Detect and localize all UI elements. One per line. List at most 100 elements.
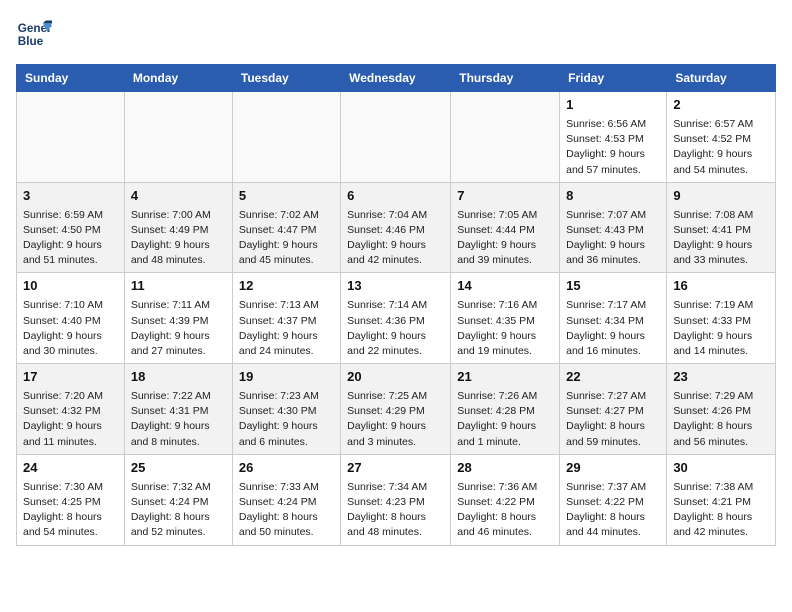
day-number: 7 xyxy=(457,187,553,206)
day-number: 15 xyxy=(566,277,660,296)
day-info: Sunrise: 7:25 AM Sunset: 4:29 PM Dayligh… xyxy=(347,389,444,450)
day-info: Sunrise: 7:36 AM Sunset: 4:22 PM Dayligh… xyxy=(457,480,553,541)
day-info: Sunrise: 7:02 AM Sunset: 4:47 PM Dayligh… xyxy=(239,208,334,269)
day-number: 26 xyxy=(239,459,334,478)
day-number: 19 xyxy=(239,368,334,387)
calendar-cell: 9 Sunrise: 7:08 AM Sunset: 4:41 PM Daylig… xyxy=(667,182,776,273)
day-info: Sunrise: 7:27 AM Sunset: 4:27 PM Dayligh… xyxy=(566,389,660,450)
day-number: 2 xyxy=(673,96,769,115)
day-info: Sunrise: 7:16 AM Sunset: 4:35 PM Dayligh… xyxy=(457,298,553,359)
day-number: 28 xyxy=(457,459,553,478)
day-info: Sunrise: 7:20 AM Sunset: 4:32 PM Dayligh… xyxy=(23,389,118,450)
day-number: 4 xyxy=(131,187,226,206)
calendar-week-row: 1 Sunrise: 6:56 AM Sunset: 4:53 PM Daylig… xyxy=(17,92,776,183)
day-info: Sunrise: 7:08 AM Sunset: 4:41 PM Dayligh… xyxy=(673,208,769,269)
calendar-cell xyxy=(124,92,232,183)
weekday-header-sunday: Sunday xyxy=(17,65,125,92)
day-number: 30 xyxy=(673,459,769,478)
calendar-cell: 16 Sunrise: 7:19 AM Sunset: 4:33 PM Dayli… xyxy=(667,273,776,364)
logo: General Blue xyxy=(16,16,56,52)
weekday-header-tuesday: Tuesday xyxy=(232,65,340,92)
day-info: Sunrise: 7:29 AM Sunset: 4:26 PM Dayligh… xyxy=(673,389,769,450)
calendar-cell xyxy=(232,92,340,183)
calendar-cell: 14 Sunrise: 7:16 AM Sunset: 4:35 PM Dayli… xyxy=(451,273,560,364)
day-info: Sunrise: 7:07 AM Sunset: 4:43 PM Dayligh… xyxy=(566,208,660,269)
calendar-week-row: 17 Sunrise: 7:20 AM Sunset: 4:32 PM Dayli… xyxy=(17,364,776,455)
calendar-week-row: 10 Sunrise: 7:10 AM Sunset: 4:40 PM Dayli… xyxy=(17,273,776,364)
weekday-header-saturday: Saturday xyxy=(667,65,776,92)
day-number: 13 xyxy=(347,277,444,296)
calendar-cell: 21Sunrise: 7:26 AM Sunset: 4:28 PM Dayli… xyxy=(451,364,560,455)
calendar-cell: 26 Sunrise: 7:33 AM Sunset: 4:24 PM Dayli… xyxy=(232,454,340,545)
day-number: 17 xyxy=(23,368,118,387)
calendar-cell: 13 Sunrise: 7:14 AM Sunset: 4:36 PM Dayli… xyxy=(341,273,451,364)
calendar-cell: 27Sunrise: 7:34 AM Sunset: 4:23 PM Dayli… xyxy=(341,454,451,545)
day-number: 5 xyxy=(239,187,334,206)
day-info: Sunrise: 7:26 AM Sunset: 4:28 PM Dayligh… xyxy=(457,389,553,450)
calendar-cell: 6Sunrise: 7:04 AM Sunset: 4:46 PM Daylig… xyxy=(341,182,451,273)
calendar-cell xyxy=(341,92,451,183)
calendar-cell: 18Sunrise: 7:22 AM Sunset: 4:31 PM Dayli… xyxy=(124,364,232,455)
calendar-cell: 22 Sunrise: 7:27 AM Sunset: 4:27 PM Dayli… xyxy=(560,364,667,455)
calendar-cell: 3 Sunrise: 6:59 AM Sunset: 4:50 PM Daylig… xyxy=(17,182,125,273)
calendar-cell: 19 Sunrise: 7:23 AM Sunset: 4:30 PM Dayli… xyxy=(232,364,340,455)
day-number: 16 xyxy=(673,277,769,296)
logo-icon: General Blue xyxy=(16,16,52,52)
page-header: General Blue xyxy=(16,16,776,52)
day-number: 25 xyxy=(131,459,226,478)
calendar-cell: 25 Sunrise: 7:32 AM Sunset: 4:24 PM Dayli… xyxy=(124,454,232,545)
calendar-cell: 2 Sunrise: 6:57 AM Sunset: 4:52 PM Daylig… xyxy=(667,92,776,183)
day-number: 14 xyxy=(457,277,553,296)
day-info: Sunrise: 7:37 AM Sunset: 4:22 PM Dayligh… xyxy=(566,480,660,541)
day-info: Sunrise: 7:33 AM Sunset: 4:24 PM Dayligh… xyxy=(239,480,334,541)
calendar-cell: 1 Sunrise: 6:56 AM Sunset: 4:53 PM Daylig… xyxy=(560,92,667,183)
day-info: Sunrise: 7:23 AM Sunset: 4:30 PM Dayligh… xyxy=(239,389,334,450)
day-number: 27 xyxy=(347,459,444,478)
day-info: Sunrise: 7:17 AM Sunset: 4:34 PM Dayligh… xyxy=(566,298,660,359)
day-number: 8 xyxy=(566,187,660,206)
calendar-cell: 4 Sunrise: 7:00 AM Sunset: 4:49 PM Daylig… xyxy=(124,182,232,273)
calendar-week-row: 3 Sunrise: 6:59 AM Sunset: 4:50 PM Daylig… xyxy=(17,182,776,273)
calendar-cell: 30 Sunrise: 7:38 AM Sunset: 4:21 PM Dayli… xyxy=(667,454,776,545)
calendar-cell: 15 Sunrise: 7:17 AM Sunset: 4:34 PM Dayli… xyxy=(560,273,667,364)
day-number: 9 xyxy=(673,187,769,206)
day-info: Sunrise: 7:30 AM Sunset: 4:25 PM Dayligh… xyxy=(23,480,118,541)
calendar-cell: 8 Sunrise: 7:07 AM Sunset: 4:43 PM Daylig… xyxy=(560,182,667,273)
day-info: Sunrise: 6:57 AM Sunset: 4:52 PM Dayligh… xyxy=(673,117,769,178)
day-info: Sunrise: 7:00 AM Sunset: 4:49 PM Dayligh… xyxy=(131,208,226,269)
day-info: Sunrise: 7:19 AM Sunset: 4:33 PM Dayligh… xyxy=(673,298,769,359)
calendar-cell: 23 Sunrise: 7:29 AM Sunset: 4:26 PM Dayli… xyxy=(667,364,776,455)
calendar-week-row: 24 Sunrise: 7:30 AM Sunset: 4:25 PM Dayli… xyxy=(17,454,776,545)
weekday-header-monday: Monday xyxy=(124,65,232,92)
day-number: 11 xyxy=(131,277,226,296)
calendar-cell: 28 Sunrise: 7:36 AM Sunset: 4:22 PM Dayli… xyxy=(451,454,560,545)
day-info: Sunrise: 7:14 AM Sunset: 4:36 PM Dayligh… xyxy=(347,298,444,359)
day-info: Sunrise: 7:10 AM Sunset: 4:40 PM Dayligh… xyxy=(23,298,118,359)
svg-text:Blue: Blue xyxy=(18,35,44,48)
day-info: Sunrise: 7:38 AM Sunset: 4:21 PM Dayligh… xyxy=(673,480,769,541)
calendar-cell xyxy=(17,92,125,183)
day-info: Sunrise: 7:11 AM Sunset: 4:39 PM Dayligh… xyxy=(131,298,226,359)
day-info: Sunrise: 7:05 AM Sunset: 4:44 PM Dayligh… xyxy=(457,208,553,269)
day-number: 10 xyxy=(23,277,118,296)
calendar-cell: 11 Sunrise: 7:11 AM Sunset: 4:39 PM Dayli… xyxy=(124,273,232,364)
day-number: 3 xyxy=(23,187,118,206)
day-number: 12 xyxy=(239,277,334,296)
weekday-header-friday: Friday xyxy=(560,65,667,92)
calendar-cell: 7 Sunrise: 7:05 AM Sunset: 4:44 PM Daylig… xyxy=(451,182,560,273)
day-info: Sunrise: 7:32 AM Sunset: 4:24 PM Dayligh… xyxy=(131,480,226,541)
day-number: 22 xyxy=(566,368,660,387)
day-number: 24 xyxy=(23,459,118,478)
calendar-cell xyxy=(451,92,560,183)
day-info: Sunrise: 6:56 AM Sunset: 4:53 PM Dayligh… xyxy=(566,117,660,178)
calendar-cell: 29Sunrise: 7:37 AM Sunset: 4:22 PM Dayli… xyxy=(560,454,667,545)
calendar-cell: 12Sunrise: 7:13 AM Sunset: 4:37 PM Dayli… xyxy=(232,273,340,364)
calendar-cell: 5 Sunrise: 7:02 AM Sunset: 4:47 PM Daylig… xyxy=(232,182,340,273)
calendar-table: SundayMondayTuesdayWednesdayThursdayFrid… xyxy=(16,64,776,546)
weekday-header-row: SundayMondayTuesdayWednesdayThursdayFrid… xyxy=(17,65,776,92)
day-number: 23 xyxy=(673,368,769,387)
calendar-cell: 17 Sunrise: 7:20 AM Sunset: 4:32 PM Dayli… xyxy=(17,364,125,455)
calendar-cell: 10 Sunrise: 7:10 AM Sunset: 4:40 PM Dayli… xyxy=(17,273,125,364)
day-info: Sunrise: 6:59 AM Sunset: 4:50 PM Dayligh… xyxy=(23,208,118,269)
day-number: 1 xyxy=(566,96,660,115)
